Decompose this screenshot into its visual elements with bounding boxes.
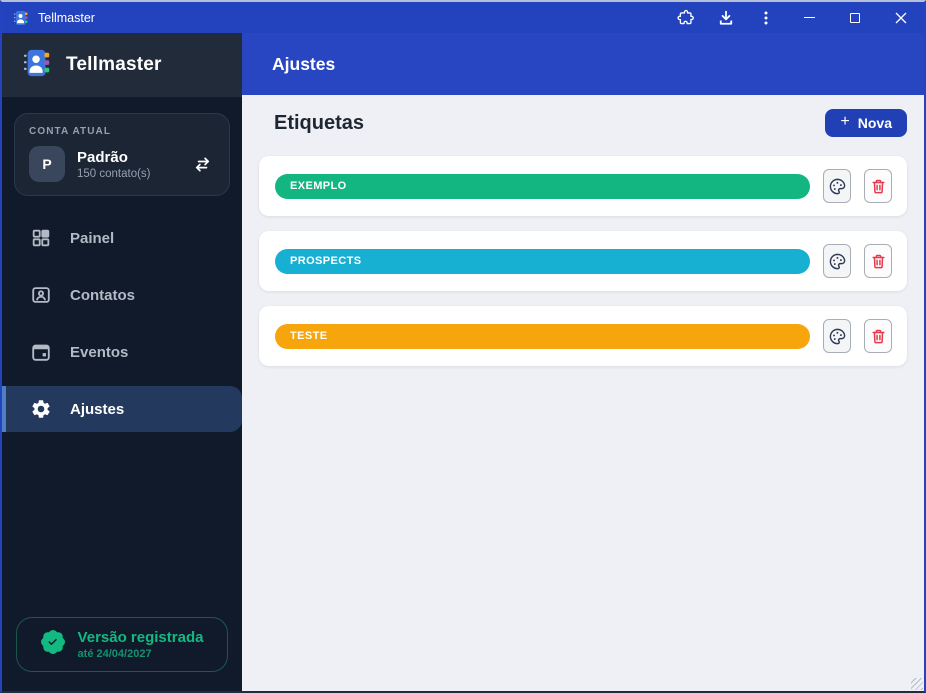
minimize-button[interactable] bbox=[786, 2, 832, 33]
badge-check-icon bbox=[40, 629, 65, 659]
brand-name: Tellmaster bbox=[66, 54, 162, 75]
label-pill: EXEMPLO bbox=[275, 173, 810, 199]
delete-label-button[interactable] bbox=[864, 244, 892, 278]
sidebar-item-painel[interactable]: Painel bbox=[2, 215, 242, 261]
switch-account-icon[interactable] bbox=[192, 154, 215, 175]
sidebar-header: Tellmaster bbox=[2, 33, 242, 97]
sidebar-item-label: Contatos bbox=[70, 286, 135, 304]
edit-color-button[interactable] bbox=[823, 319, 851, 353]
palette-icon bbox=[829, 328, 845, 344]
account-name: Padrão bbox=[77, 148, 128, 166]
sidebar-item-label: Ajustes bbox=[70, 400, 125, 418]
version-expiry: até 24/04/2027 bbox=[77, 648, 152, 660]
account-info: Padrão 150 contato(s) bbox=[77, 149, 192, 180]
page-title: Ajustes bbox=[272, 53, 336, 74]
titlebar: Tellmaster bbox=[2, 2, 924, 33]
delete-label-button[interactable] bbox=[864, 319, 892, 353]
maximize-button[interactable] bbox=[832, 2, 878, 33]
gear-icon bbox=[30, 398, 52, 420]
app-body: Tellmaster CONTA ATUAL P Padrão 150 cont… bbox=[2, 33, 924, 691]
close-button[interactable] bbox=[878, 2, 924, 33]
sidebar: Tellmaster CONTA ATUAL P Padrão 150 cont… bbox=[2, 33, 242, 691]
label-pill: TESTE bbox=[275, 323, 810, 349]
section-title: Etiquetas bbox=[274, 111, 365, 134]
trash-icon bbox=[871, 254, 885, 268]
label-row: PROSPECTS bbox=[259, 231, 907, 291]
page-header: Ajustes bbox=[242, 33, 924, 95]
resize-grip[interactable] bbox=[911, 678, 923, 690]
sidebar-item-label: Painel bbox=[70, 229, 115, 247]
account-card-label: CONTA ATUAL bbox=[29, 126, 112, 137]
window-title: Tellmaster bbox=[38, 10, 95, 25]
brand-logo-icon bbox=[22, 48, 52, 83]
palette-icon bbox=[829, 178, 845, 194]
sidebar-menu: Painel Contatos Eventos Ajustes bbox=[2, 215, 242, 432]
app-window: Tellmaster Tellmaster CONTA ATUAL P Padr… bbox=[0, 0, 926, 693]
sidebar-item-contatos[interactable]: Contatos bbox=[2, 272, 242, 318]
dashboard-icon bbox=[30, 227, 52, 249]
version-text: Versão registrada até 24/04/2027 bbox=[78, 629, 204, 660]
download-icon[interactable] bbox=[706, 2, 746, 33]
contacts-icon bbox=[30, 284, 52, 306]
version-title: Versão registrada bbox=[77, 629, 204, 646]
kebab-menu-icon[interactable] bbox=[746, 2, 786, 33]
current-account-card: CONTA ATUAL P Padrão 150 contato(s) bbox=[14, 113, 230, 196]
label-row: EXEMPLO bbox=[259, 156, 907, 216]
avatar: P bbox=[29, 146, 65, 182]
app-logo-icon bbox=[12, 9, 29, 26]
palette-icon bbox=[829, 253, 845, 269]
sidebar-item-eventos[interactable]: Eventos bbox=[2, 329, 242, 375]
main-panel: Ajustes Etiquetas + Nova EXEMPLO PROSPEC… bbox=[242, 33, 924, 691]
label-row: TESTE bbox=[259, 306, 907, 366]
content-area: Etiquetas + Nova EXEMPLO PROSPECTS TESTE bbox=[242, 95, 924, 691]
edit-color-button[interactable] bbox=[823, 169, 851, 203]
delete-label-button[interactable] bbox=[864, 169, 892, 203]
plus-icon: + bbox=[840, 113, 850, 130]
trash-icon bbox=[871, 329, 885, 343]
account-contacts-count: 150 contato(s) bbox=[77, 167, 151, 180]
edit-color-button[interactable] bbox=[823, 244, 851, 278]
version-card: Versão registrada até 24/04/2027 bbox=[16, 617, 228, 672]
label-pill: PROSPECTS bbox=[275, 248, 810, 274]
content-head: Etiquetas + Nova bbox=[259, 109, 907, 137]
trash-icon bbox=[871, 179, 885, 193]
new-label-button-text: Nova bbox=[857, 115, 892, 131]
extensions-icon[interactable] bbox=[666, 2, 706, 33]
sidebar-item-label: Eventos bbox=[70, 343, 129, 361]
sidebar-item-ajustes[interactable]: Ajustes bbox=[2, 386, 242, 432]
calendar-icon bbox=[30, 341, 52, 363]
new-label-button[interactable]: + Nova bbox=[825, 109, 907, 137]
